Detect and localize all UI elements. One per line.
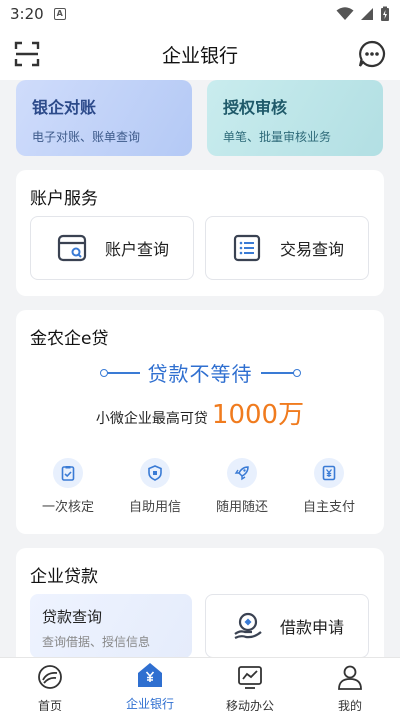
status-time: 3:20	[10, 5, 44, 23]
shield-icon	[140, 458, 170, 488]
section-title: 企业贷款	[30, 567, 98, 587]
chart-monitor-icon	[238, 666, 262, 689]
tab-label: 企业银行	[125, 697, 174, 711]
app-header: 企业银行	[0, 28, 400, 80]
feature-label: 一次核定	[41, 500, 94, 515]
loan-apply-icon	[234, 612, 262, 639]
loan-apply-label: 借款申请	[280, 618, 345, 637]
account-query-label: 账户查询	[105, 240, 170, 259]
wifi-icon	[336, 7, 354, 20]
content-scroll[interactable]: 银企对账 电子对账、账单查询 授权审核 单笔、批量审核业务 账户服务 账户查询	[0, 80, 400, 657]
section-title: 金农企e贷	[30, 329, 109, 349]
slogan-decoration-left	[99, 368, 140, 377]
feature-label: 随用随还	[215, 500, 268, 515]
transaction-query-button[interactable]: 交易查询	[205, 216, 369, 280]
notification-a-icon: A	[53, 8, 66, 20]
promo-amount: 1000万	[211, 400, 305, 430]
feature-item: 自助用信	[115, 458, 195, 515]
account-query-button[interactable]: 账户查询	[30, 216, 194, 280]
loan-query-title: 贷款查询	[42, 608, 103, 626]
reconciliation-card[interactable]: 银企对账 电子对账、账单查询	[16, 80, 192, 156]
scan-icon[interactable]	[14, 41, 40, 67]
signal-icon	[361, 8, 373, 20]
loan-promo-panel[interactable]: 金农企e贷 贷款不等待 小微企业最高可贷 1000万 一次核定 自助用信 随用随…	[16, 310, 384, 534]
card-subtitle: 单笔、批量审核业务	[223, 130, 332, 144]
loan-query-button[interactable]: 贷款查询 查询借据、授信信息	[30, 594, 192, 657]
tab-label: 我的	[337, 699, 362, 711]
transaction-list-icon	[233, 234, 261, 262]
feature-item: 随用随还	[202, 458, 282, 515]
loan-apply-button[interactable]: 借款申请	[205, 594, 369, 657]
feature-label: 自主支付	[302, 500, 355, 515]
account-services-panel: 账户服务 账户查询 交易查询	[16, 170, 384, 296]
feature-label: 自助用信	[128, 500, 181, 515]
battery-icon	[381, 6, 389, 21]
slogan-text: 贷款不等待	[147, 362, 253, 386]
home-logo-icon	[38, 665, 62, 689]
message-icon[interactable]	[358, 40, 386, 68]
slogan-decoration-right	[260, 368, 301, 377]
person-icon	[338, 665, 362, 690]
status-bar: 3:20 A	[0, 0, 400, 28]
promo-subline: 小微企业最高可贷 1000万	[16, 394, 384, 431]
bank-house-icon	[138, 663, 162, 687]
card-title: 授权审核	[223, 98, 288, 117]
page-title: 企业银行	[161, 44, 238, 67]
authorization-card[interactable]: 授权审核 单笔、批量审核业务	[207, 80, 383, 156]
promo-slogan: 贷款不等待	[16, 358, 384, 387]
tab-mobile-office[interactable]: 移动办公	[200, 658, 300, 711]
quick-cards: 银企对账 电子对账、账单查询 授权审核 单笔、批量审核业务	[16, 80, 384, 158]
bottom-tab-bar: 首页 企业银行 移动办公 我的	[0, 657, 400, 711]
transaction-query-label: 交易查询	[280, 240, 345, 259]
yuan-doc-icon	[314, 458, 344, 488]
clipboard-check-icon	[53, 458, 83, 488]
feature-item: 一次核定	[28, 458, 108, 515]
loan-query-subtitle: 查询借据、授信信息	[42, 635, 151, 649]
account-query-icon	[57, 234, 87, 262]
section-title: 账户服务	[30, 189, 98, 209]
tab-home[interactable]: 首页	[0, 658, 100, 711]
card-subtitle: 电子对账、账单查询	[32, 130, 141, 144]
tab-enterprise-bank[interactable]: 企业银行	[100, 658, 200, 711]
enterprise-loan-panel: 企业贷款 贷款查询 查询借据、授信信息 借款申请	[16, 548, 384, 657]
feature-item: 自主支付	[289, 458, 369, 515]
tab-label: 首页	[37, 699, 62, 711]
rocket-icon	[227, 458, 257, 488]
card-title: 银企对账	[32, 98, 97, 117]
promo-sub-text: 小微企业最高可贷	[95, 411, 208, 427]
tab-mine[interactable]: 我的	[300, 658, 400, 711]
tab-label: 移动办公	[225, 699, 274, 711]
